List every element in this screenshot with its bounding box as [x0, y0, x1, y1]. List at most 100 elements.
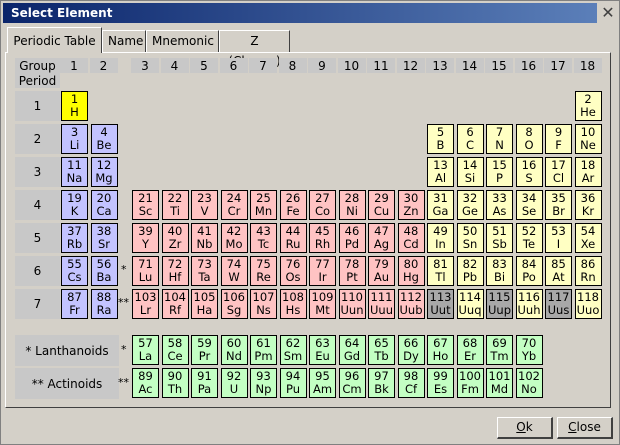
element-button-er[interactable]: 68 Er — [456, 335, 484, 365]
element-button-na[interactable]: 11 Na — [61, 157, 88, 187]
element-button-pt[interactable]: 78 Pt — [338, 256, 366, 286]
element-button-dy[interactable]: 66 Dy — [397, 335, 425, 365]
element-button-p[interactable]: 15 P — [486, 157, 513, 187]
element-button-w[interactable]: 74 W — [220, 256, 248, 286]
element-button-mo[interactable]: 42 Mo — [220, 223, 248, 253]
element-button-tb[interactable]: 65 Tb — [368, 335, 395, 365]
element-button-he[interactable]: 2 He — [574, 91, 602, 121]
element-button-i[interactable]: 53 I — [545, 223, 572, 253]
element-button-tl[interactable]: 81 Tl — [427, 256, 454, 286]
element-button-bi[interactable]: 83 Bi — [486, 256, 513, 286]
element-button-be[interactable]: 4 Be — [90, 124, 118, 154]
element-button-gd[interactable]: 64 Gd — [338, 335, 366, 365]
element-button-po[interactable]: 84 Po — [515, 256, 543, 286]
element-button-ho[interactable]: 67 Ho — [427, 335, 454, 365]
element-button-ti[interactable]: 22 Ti — [161, 190, 189, 220]
element-button-ac[interactable]: 89 Ac — [132, 368, 159, 398]
element-button-ra[interactable]: 88 Ra — [90, 289, 118, 319]
element-button-k[interactable]: 19 K — [61, 190, 88, 220]
element-button-ga[interactable]: 31 Ga — [427, 190, 454, 220]
close-icon[interactable]: ✕ — [599, 3, 617, 23]
element-button-cr[interactable]: 24 Cr — [220, 190, 248, 220]
element-button-lr[interactable]: 103 Lr — [132, 289, 159, 319]
element-button-ns[interactable]: 107 Ns — [250, 289, 277, 319]
element-button-c[interactable]: 6C — [456, 124, 484, 154]
element-button-pu[interactable]: 94 Pu — [279, 368, 307, 398]
element-button-ha[interactable]: 105 Ha — [191, 289, 218, 319]
element-button-sb[interactable]: 51 Sb — [486, 223, 513, 253]
element-button-ir[interactable]: 77 Ir — [309, 256, 336, 286]
element-button-s[interactable]: 16 S — [515, 157, 543, 187]
tab-z-charge[interactable]: Z (Charge) — [219, 30, 290, 68]
tab-periodic-table[interactable]: Periodic Table — [7, 27, 102, 53]
element-button-es[interactable]: 99 Es — [427, 368, 454, 398]
element-button-hg[interactable]: 80 Hg — [397, 256, 425, 286]
element-button-np[interactable]: 93 Np — [250, 368, 277, 398]
element-button-cd[interactable]: 48 Cd — [397, 223, 425, 253]
element-button-in[interactable]: 49 In — [427, 223, 454, 253]
element-button-cs[interactable]: 55 Cs — [61, 256, 88, 286]
element-button-rf[interactable]: 104 Rf — [161, 289, 189, 319]
element-button-sg[interactable]: 106 Sg — [220, 289, 248, 319]
element-button-ag[interactable]: 47 Ag — [368, 223, 395, 253]
element-button-si[interactable]: 14 Si — [456, 157, 484, 187]
element-button-pm[interactable]: 61 Pm — [250, 335, 277, 365]
element-button-cm[interactable]: 96 Cm — [338, 368, 366, 398]
element-button-uus[interactable]: 117 Uus — [545, 289, 572, 319]
element-button-uut[interactable]: 113 Uut — [427, 289, 454, 319]
element-button-am[interactable]: 95 Am — [309, 368, 336, 398]
element-button-cl[interactable]: 17 Cl — [545, 157, 572, 187]
element-button-hf[interactable]: 72 Hf — [161, 256, 189, 286]
element-button-f[interactable]: 9F — [545, 124, 572, 154]
element-button-pb[interactable]: 82 Pb — [456, 256, 484, 286]
element-button-n[interactable]: 7N — [486, 124, 513, 154]
element-button-o[interactable]: 8O — [515, 124, 543, 154]
element-button-th[interactable]: 90 Th — [161, 368, 189, 398]
element-button-sr[interactable]: 38 Sr — [90, 223, 118, 253]
element-button-u[interactable]: 92 U — [220, 368, 248, 398]
element-button-ge[interactable]: 32 Ge — [456, 190, 484, 220]
element-button-fm[interactable]: 100 Fm — [456, 368, 484, 398]
element-button-fr[interactable]: 87 Fr — [61, 289, 88, 319]
element-button-uup[interactable]: 115 Uup — [486, 289, 513, 319]
element-button-uuo[interactable]: 118 Uuo — [574, 289, 602, 319]
element-button-nb[interactable]: 41 Nb — [191, 223, 218, 253]
element-button-pd[interactable]: 46 Pd — [338, 223, 366, 253]
element-button-tc[interactable]: 43 Tc — [250, 223, 277, 253]
element-button-ba[interactable]: 56 Ba — [90, 256, 118, 286]
element-button-co[interactable]: 27 Co — [309, 190, 336, 220]
element-button-as[interactable]: 33 As — [486, 190, 513, 220]
element-button-uuh[interactable]: 116 Uuh — [515, 289, 543, 319]
element-button-mt[interactable]: 109 Mt — [309, 289, 336, 319]
ok-button[interactable]: Ok — [497, 417, 553, 439]
element-button-ar[interactable]: 18 Ar — [574, 157, 602, 187]
element-button-cf[interactable]: 98 Cf — [397, 368, 425, 398]
element-button-kr[interactable]: 36 Kr — [574, 190, 602, 220]
element-button-se[interactable]: 34 Se — [515, 190, 543, 220]
element-button-au[interactable]: 79 Au — [368, 256, 395, 286]
element-button-md[interactable]: 101 Md — [486, 368, 513, 398]
element-button-os[interactable]: 76 Os — [279, 256, 307, 286]
element-button-h[interactable]: 1H — [61, 91, 88, 121]
element-button-mg[interactable]: 12 Mg — [90, 157, 118, 187]
element-button-li[interactable]: 3 Li — [61, 124, 88, 154]
element-button-v[interactable]: 23 V — [191, 190, 218, 220]
element-button-uub[interactable]: 112 Uub — [397, 289, 425, 319]
element-button-ta[interactable]: 73 Ta — [191, 256, 218, 286]
element-button-at[interactable]: 85 At — [545, 256, 572, 286]
element-button-xe[interactable]: 54 Xe — [574, 223, 602, 253]
element-button-zr[interactable]: 40 Zr — [161, 223, 189, 253]
element-button-uuu[interactable]: 111 Uuu — [368, 289, 395, 319]
element-button-b[interactable]: 5B — [427, 124, 454, 154]
element-button-sc[interactable]: 21 Sc — [132, 190, 159, 220]
element-button-eu[interactable]: 63 Eu — [309, 335, 336, 365]
element-button-yb[interactable]: 70 Yb — [515, 335, 543, 365]
element-button-uun[interactable]: 110 Uun — [338, 289, 366, 319]
element-button-zn[interactable]: 30 Zn — [397, 190, 425, 220]
tab-name[interactable]: Name — [102, 30, 146, 52]
element-button-br[interactable]: 35 Br — [545, 190, 572, 220]
element-button-re[interactable]: 75 Re — [250, 256, 277, 286]
element-button-pr[interactable]: 59 Pr — [191, 335, 218, 365]
element-button-tm[interactable]: 69 Tm — [486, 335, 513, 365]
element-button-te[interactable]: 52 Te — [515, 223, 543, 253]
